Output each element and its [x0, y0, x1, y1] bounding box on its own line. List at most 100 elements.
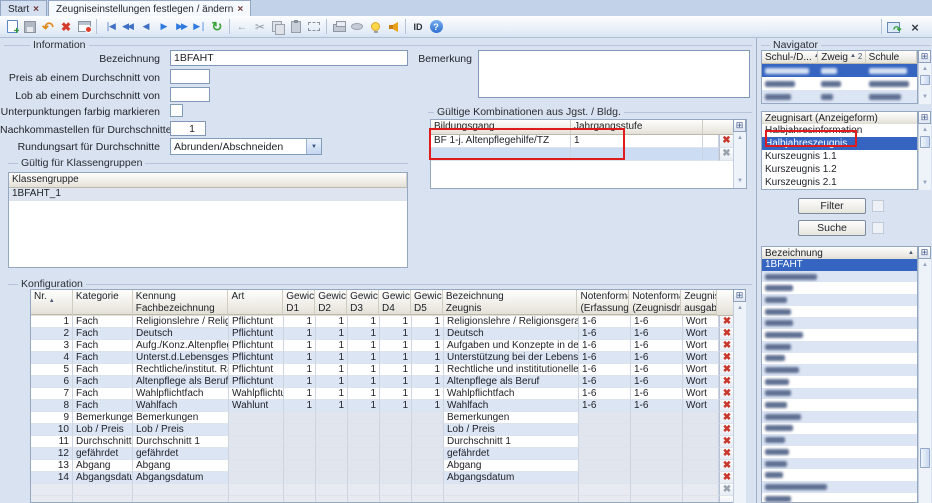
konfig-cell-d3[interactable]: 1: [348, 352, 380, 364]
paste-button[interactable]: [287, 18, 305, 36]
konfig-cell-bezeichnung[interactable]: Wahlpflichtfach: [444, 388, 579, 400]
konfig-cell-empty[interactable]: [631, 496, 683, 503]
preis-input[interactable]: [170, 69, 210, 84]
cut-button[interactable]: ✂: [251, 18, 269, 36]
konfig-cell-ausgabe[interactable]: [683, 436, 719, 448]
konfig-cell-d3[interactable]: 1: [348, 328, 380, 340]
konfig-cell-nf_erfassung[interactable]: [579, 412, 631, 424]
konfig-cell-empty[interactable]: [444, 484, 579, 496]
konfig-cell-kennung[interactable]: Durchschnitt 1: [133, 436, 229, 448]
konfig-cell-d1[interactable]: [284, 424, 316, 436]
schulen-row-redacted[interactable]: [762, 64, 917, 77]
konfig-cell-empty[interactable]: [348, 484, 380, 496]
konfig-cell-d3[interactable]: [348, 424, 380, 436]
undo-button[interactable]: ↶: [39, 18, 57, 36]
konfig-cell-empty[interactable]: [316, 496, 348, 503]
konfig-cell-d4[interactable]: 1: [380, 352, 412, 364]
konfig-cell-d5[interactable]: 1: [412, 400, 444, 412]
konfig-cell-d1[interactable]: 1: [284, 340, 316, 352]
bezeichnung-item-redacted[interactable]: [762, 271, 917, 283]
schulen-column-header[interactable]: Schul-/D...▲1: [762, 51, 818, 64]
konfig-cell-kennung[interactable]: Religionslehre / Religion...: [133, 316, 229, 328]
konfig-cell-nf_druck[interactable]: [631, 424, 683, 436]
konfig-cell-d2[interactable]: [316, 472, 348, 484]
konfig-cell-nr[interactable]: 2: [31, 328, 73, 340]
bezeichnung-item-redacted[interactable]: [762, 458, 917, 470]
konfig-cell-nf_erfassung[interactable]: [579, 460, 631, 472]
konfig-cell-kategorie[interactable]: Fach: [73, 340, 133, 352]
konfig-cell-d2[interactable]: [316, 448, 348, 460]
konfig-row[interactable]: 10Lob / PreisLob / PreisLob / Preis✖: [31, 424, 745, 436]
konfig-cell-d2[interactable]: [316, 424, 348, 436]
konfig-row[interactable]: 4FachUnterst.d.Lebensgest.Pflichtunt1111…: [31, 352, 745, 364]
konfig-cell-d5[interactable]: [412, 460, 444, 472]
konfig-cell-nf_erfassung[interactable]: 1-6: [579, 328, 631, 340]
konfiguration-scrollbar[interactable]: ▲: [733, 302, 746, 503]
unterpunktungen-checkbox[interactable]: [170, 104, 183, 117]
konfig-cell-d5[interactable]: [412, 412, 444, 424]
bezeichnung-item-redacted[interactable]: [762, 306, 917, 318]
konfig-cell-nf_druck[interactable]: [631, 412, 683, 424]
id-button[interactable]: ID: [409, 18, 427, 36]
konfig-cell-d2[interactable]: [316, 436, 348, 448]
last-record-button[interactable]: ▶: [190, 18, 208, 36]
konfig-cell-art[interactable]: [229, 460, 284, 472]
klassengruppe-row[interactable]: 1BFAHT_1: [9, 188, 407, 201]
konfig-cell-nf_erfassung[interactable]: [579, 436, 631, 448]
konfig-cell-d4[interactable]: 1: [380, 340, 412, 352]
scroll-up-icon[interactable]: ▲: [919, 125, 931, 136]
konfig-cell-d5[interactable]: [412, 436, 444, 448]
konfig-cell-ausgabe[interactable]: Wort: [683, 316, 719, 328]
lob-input[interactable]: [170, 87, 210, 102]
konfig-cell-nf_druck[interactable]: 1-6: [631, 376, 683, 388]
konfig-cell-kennung[interactable]: Abgang: [133, 460, 229, 472]
konfig-row[interactable]: 8FachWahlfachWahlunt11111Wahlfach1-61-6W…: [31, 400, 745, 412]
schulen-column-header[interactable]: Schule: [866, 51, 917, 64]
konfig-cell-d3[interactable]: 1: [348, 376, 380, 388]
konfig-cell-ausgabe[interactable]: Wort: [683, 376, 719, 388]
konfig-cell-ausgabe[interactable]: Wort: [683, 388, 719, 400]
konfig-cell-empty[interactable]: [683, 496, 719, 503]
blank-cell[interactable]: [703, 148, 719, 161]
konfig-cell-nf_druck[interactable]: 1-6: [631, 388, 683, 400]
konfig-cell-bezeichnung[interactable]: Durchschnitt 1: [444, 436, 579, 448]
bezeichnung-item-redacted[interactable]: [762, 376, 917, 388]
tab-zeugniseinstellungen[interactable]: Zeugniseinstellungen festlegen / ändern …: [48, 0, 251, 16]
konfig-cell-empty[interactable]: [73, 496, 133, 503]
rundungsart-select[interactable]: Abrunden/Abschneiden ▼: [170, 138, 322, 155]
kombinationen-scrollbar[interactable]: ▲ ▼: [733, 132, 746, 188]
copy-button[interactable]: [269, 18, 287, 36]
konfig-cell-kennung[interactable]: Wahlfach: [133, 400, 229, 412]
konfig-cell-ausgabe[interactable]: [683, 472, 719, 484]
row-delete-button[interactable]: ✖: [719, 135, 734, 148]
konfig-cell-kategorie[interactable]: Bemerkungen: [73, 412, 133, 424]
konfig-cell-empty[interactable]: [444, 496, 579, 503]
konfig-row[interactable]: 7FachWahlpflichtfachWahlpflichtunt11111W…: [31, 388, 745, 400]
konfig-column-header[interactable]: Nr.▲: [31, 290, 73, 315]
konfig-cell-art[interactable]: [229, 436, 284, 448]
bezeichnung-item-redacted[interactable]: [762, 388, 917, 400]
konfig-cell-bezeichnung[interactable]: Religionslehre / Religionsgeragogik: [444, 316, 579, 328]
schulen-grid-button[interactable]: ⊞: [918, 50, 931, 63]
bezeichnung-item-redacted[interactable]: [762, 329, 917, 341]
help-button[interactable]: ?: [427, 18, 445, 36]
konfig-column-header[interactable]: Notenformat (Erfassung): [577, 290, 629, 315]
konfig-row[interactable]: 5FachRechtliche/institut. Rah...Pflichtu…: [31, 364, 745, 376]
konfig-cell-d2[interactable]: 1: [316, 316, 348, 328]
konfig-cell-bezeichnung[interactable]: Abgangsdatum: [444, 472, 579, 484]
konfig-cell-d4[interactable]: [380, 448, 412, 460]
konfig-cell-empty[interactable]: [133, 484, 229, 496]
konfig-cell-empty[interactable]: [348, 496, 380, 503]
konfig-cell-nf_erfassung[interactable]: 1-6: [579, 316, 631, 328]
konfig-column-header[interactable]: Gewicht D5: [411, 290, 443, 315]
form-button[interactable]: [75, 18, 93, 36]
konfig-cell-nf_erfassung[interactable]: 1-6: [579, 364, 631, 376]
scroll-up-icon[interactable]: ▲: [734, 133, 746, 144]
konfig-cell-empty[interactable]: [579, 496, 631, 503]
konfig-cell-empty[interactable]: [579, 484, 631, 496]
konfig-cell-art[interactable]: Pflichtunt: [229, 328, 284, 340]
zeugnisart-item[interactable]: Kurszeugnis 1.1: [762, 150, 917, 163]
konfig-cell-kennung[interactable]: Aufg./Konz.Altenpflege: [133, 340, 229, 352]
konfig-cell-d5[interactable]: 1: [412, 388, 444, 400]
konfig-cell-nf_erfassung[interactable]: 1-6: [579, 340, 631, 352]
